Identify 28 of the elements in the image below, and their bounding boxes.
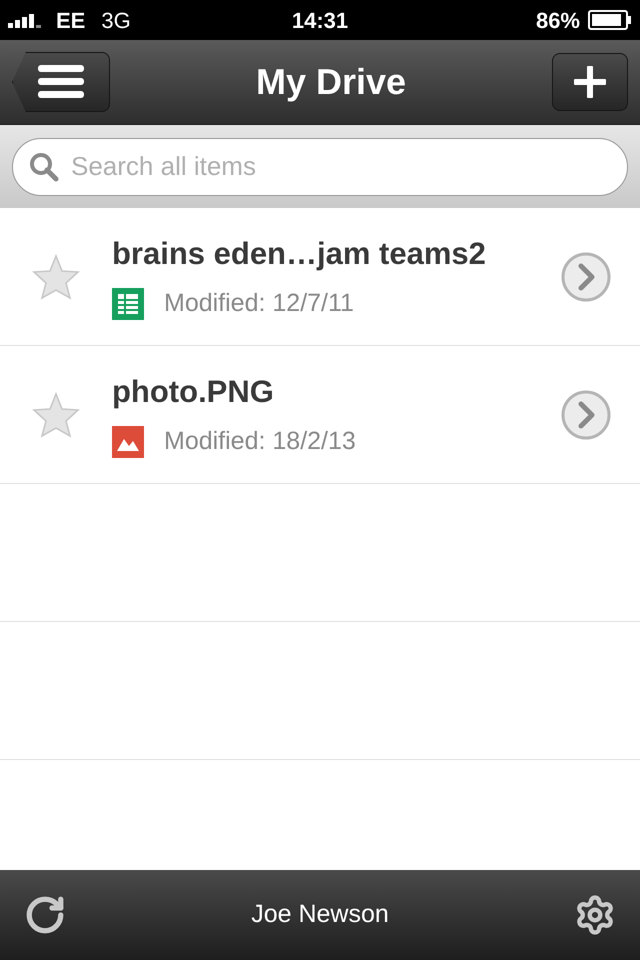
user-name: Joe Newson xyxy=(250,899,390,930)
add-button[interactable] xyxy=(552,53,628,111)
search-box[interactable]: Search all items xyxy=(12,138,628,196)
network-type: 3G xyxy=(101,6,131,34)
star-icon[interactable] xyxy=(32,392,80,438)
file-row[interactable]: photo.PNG Modified: 18/2/13 xyxy=(0,346,640,484)
page-title: My Drive xyxy=(254,60,408,104)
modified-date: Modified: 18/2/13 xyxy=(164,426,356,457)
file-name: photo.PNG xyxy=(112,372,275,410)
battery-icon xyxy=(588,10,632,30)
chevron-icon[interactable] xyxy=(560,388,612,440)
menu-button[interactable] xyxy=(12,52,110,112)
search-icon xyxy=(29,152,59,182)
plus-icon xyxy=(574,66,606,98)
chevron-icon[interactable] xyxy=(560,250,612,302)
spreadsheet-icon xyxy=(112,288,144,320)
file-name: brains eden…jam teams2 xyxy=(112,234,487,272)
clock: 14:31 xyxy=(290,6,350,34)
search-field[interactable]: Search all items xyxy=(71,147,611,186)
refresh-icon[interactable] xyxy=(24,894,66,936)
menu-icon xyxy=(38,65,84,99)
star-icon[interactable] xyxy=(32,254,80,300)
image-icon xyxy=(112,426,144,458)
modified-date: Modified: 12/7/11 xyxy=(164,288,354,319)
settings-icon[interactable] xyxy=(574,894,616,936)
battery-percent: 86% xyxy=(536,6,580,34)
carrier-name: EE xyxy=(56,6,86,34)
file-row[interactable]: brains eden…jam teams2 Modified: 12/7/11 xyxy=(0,208,640,346)
